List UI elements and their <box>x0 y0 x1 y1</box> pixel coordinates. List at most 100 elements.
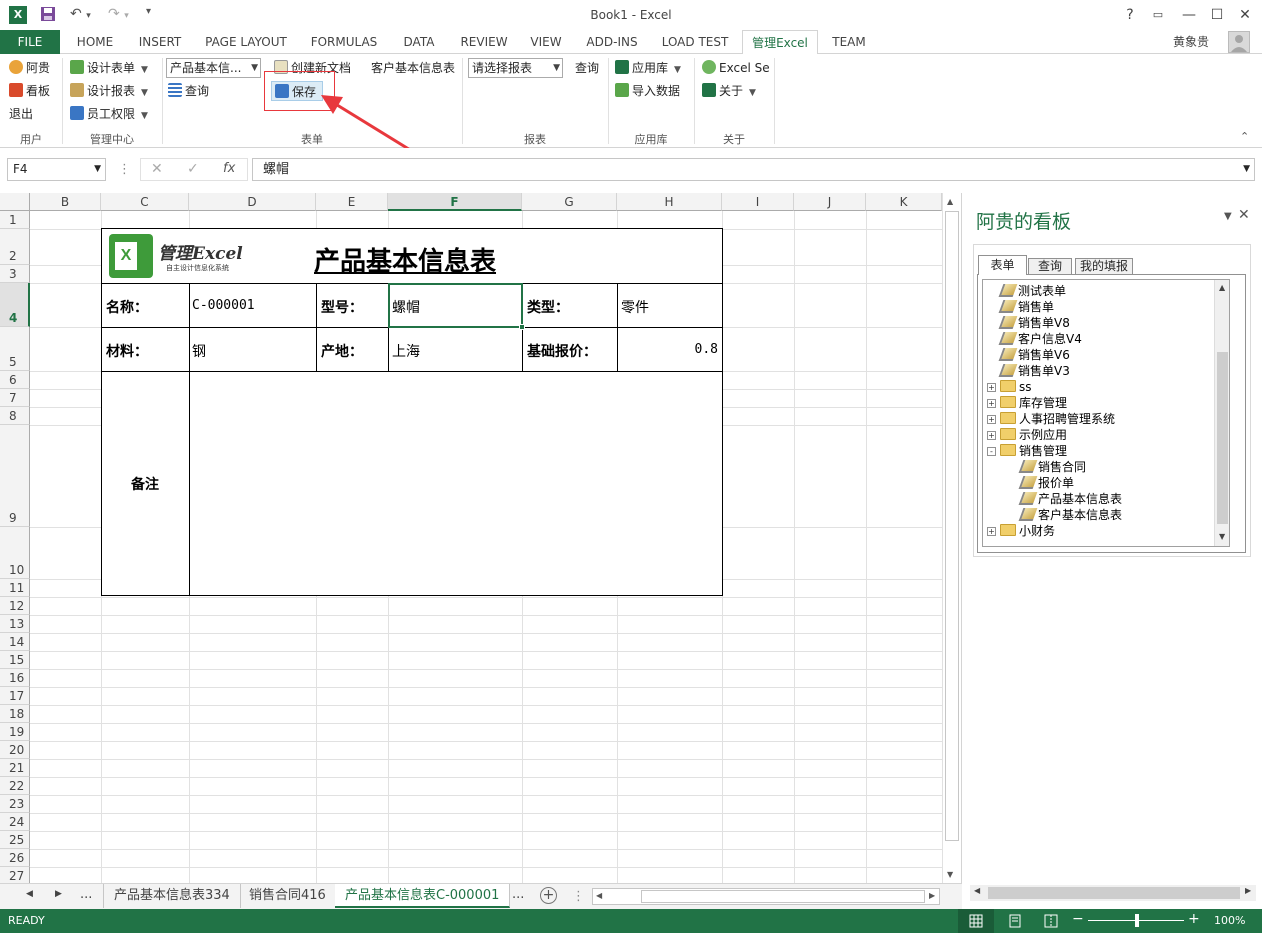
row-header[interactable]: 1 <box>0 211 30 229</box>
tree-item[interactable]: 销售单V6 <box>998 347 1070 363</box>
row-header[interactable]: 12 <box>0 597 30 615</box>
sheets-ellipsis-right[interactable]: ... <box>512 887 524 902</box>
zoom-in-icon[interactable]: + <box>1188 911 1200 927</box>
row-header[interactable]: 16 <box>0 669 30 687</box>
prev-sheet-icon[interactable]: ◀ <box>26 889 33 899</box>
tree-item[interactable]: 测试表单 <box>998 283 1066 299</box>
tree-item[interactable]: 销售单V3 <box>998 363 1070 379</box>
tree-folder[interactable]: + 示例应用 <box>987 427 1067 443</box>
form-select[interactable]: 产品基本信... ▼ <box>166 58 261 78</box>
report-query-button[interactable]: 查询 <box>575 58 599 78</box>
column-header-selected[interactable]: F <box>388 193 522 211</box>
add-sheet-icon[interactable]: + <box>540 887 557 904</box>
design-form-button[interactable]: 设计表单 ▼ <box>70 58 148 78</box>
hscroll-thumb[interactable] <box>641 890 925 903</box>
tree-item[interactable]: 客户信息V4 <box>998 331 1082 347</box>
page-layout-view-icon[interactable] <box>1008 914 1022 928</box>
row-header[interactable]: 27 <box>0 867 30 883</box>
column-header[interactable]: D <box>189 193 316 211</box>
row-header[interactable]: 3 <box>0 265 30 283</box>
select-all-corner[interactable] <box>0 193 30 211</box>
type-value[interactable]: 零件 <box>621 297 649 317</box>
origin-value[interactable]: 上海 <box>392 341 420 361</box>
customer-info-button[interactable]: 客户基本信息表 <box>371 58 455 78</box>
row-header[interactable]: 14 <box>0 633 30 651</box>
tree-folder[interactable]: + 库存管理 <box>987 395 1067 411</box>
scroll-right-icon[interactable]: ▶ <box>1245 886 1251 895</box>
column-header[interactable]: K <box>866 193 942 211</box>
worksheet-grid[interactable]: B C D E F G H I J K 1 2 3 4 5 6 7 8 9 10… <box>0 193 942 883</box>
scroll-right-icon[interactable]: ▶ <box>929 891 935 900</box>
tree-folder[interactable]: + 人事招聘管理系统 <box>987 411 1115 427</box>
scroll-up-icon[interactable]: ▲ <box>947 197 953 206</box>
row-header[interactable]: 24 <box>0 813 30 831</box>
row-header[interactable]: 23 <box>0 795 30 813</box>
model-value[interactable]: 螺帽 <box>392 297 420 317</box>
row-header-selected[interactable]: 4 <box>0 283 30 327</box>
logout-button[interactable]: 退出 <box>9 104 33 124</box>
column-header[interactable]: E <box>316 193 388 211</box>
column-header[interactable]: I <box>722 193 794 211</box>
tab-home[interactable]: HOME <box>68 30 122 54</box>
zoom-level[interactable]: 100% <box>1214 914 1245 927</box>
tree-view[interactable]: 测试表单 销售单 销售单V8 客户信息V4 销售单V6 销售单V3 + ss + 库… <box>982 279 1230 547</box>
page-break-view-icon[interactable] <box>1044 914 1058 928</box>
row-header[interactable]: 13 <box>0 615 30 633</box>
column-header[interactable]: G <box>522 193 617 211</box>
row-header[interactable]: 10 <box>0 527 30 579</box>
tab-load-test[interactable]: LOAD TEST <box>656 30 734 54</box>
normal-view-button[interactable] <box>958 909 994 933</box>
column-header[interactable]: J <box>794 193 866 211</box>
row-header[interactable]: 22 <box>0 777 30 795</box>
excel-se-button[interactable]: Excel Se <box>702 58 770 78</box>
tree-item[interactable]: 销售单 <box>998 299 1054 315</box>
expand-icon[interactable]: + <box>987 431 996 440</box>
tree-folder[interactable]: - 销售管理 <box>987 443 1067 459</box>
employee-permission-button[interactable]: 员工权限 ▼ <box>70 104 148 124</box>
tab-insert[interactable]: INSERT <box>130 30 190 54</box>
collapse-icon[interactable]: - <box>987 447 996 456</box>
row-header[interactable]: 19 <box>0 723 30 741</box>
scroll-down-icon[interactable]: ▼ <box>1219 532 1225 541</box>
row-header[interactable]: 5 <box>0 327 30 371</box>
pane-hscroll-thumb[interactable] <box>988 887 1240 899</box>
tree-scrollbar[interactable]: ▲ ▼ <box>1214 280 1229 546</box>
tab-formulas[interactable]: FORMULAS <box>302 30 386 54</box>
tree-item[interactable]: 客户基本信息表 <box>1018 507 1122 523</box>
zoom-slider-thumb[interactable] <box>1135 914 1139 927</box>
tab-view[interactable]: VIEW <box>524 30 568 54</box>
about-button[interactable]: 关于 ▼ <box>702 81 756 101</box>
tree-folder[interactable]: + ss <box>987 379 1032 395</box>
scroll-left-icon[interactable]: ◀ <box>596 891 602 900</box>
price-value[interactable]: 0.8 <box>617 342 718 357</box>
name-value[interactable]: C-000001 <box>192 298 255 313</box>
vertical-scrollbar[interactable]: ▲ ▼ <box>942 193 960 883</box>
pane-hscrollbar[interactable]: ◀ ▶ <box>970 885 1256 901</box>
expand-icon[interactable]: + <box>987 399 996 408</box>
tab-data[interactable]: DATA <box>394 30 444 54</box>
material-value[interactable]: 钢 <box>192 341 206 361</box>
ribbon-display-icon[interactable]: ▭ <box>1145 3 1171 27</box>
tab-team[interactable]: TEAM <box>826 30 872 54</box>
scroll-down-icon[interactable]: ▼ <box>947 870 953 879</box>
help-icon[interactable]: ? <box>1117 3 1143 27</box>
expand-icon[interactable]: + <box>987 383 996 392</box>
tab-review[interactable]: REVIEW <box>452 30 516 54</box>
column-header[interactable]: B <box>30 193 101 211</box>
row-header[interactable]: 21 <box>0 759 30 777</box>
row-header[interactable]: 25 <box>0 831 30 849</box>
tree-item[interactable]: 产品基本信息表 <box>1018 491 1122 507</box>
report-select[interactable]: 请选择报表 ▼ <box>468 58 563 78</box>
insert-function-icon[interactable]: fx <box>223 161 235 176</box>
zoom-out-icon[interactable]: − <box>1072 911 1084 927</box>
enter-icon[interactable]: ✓ <box>187 161 199 177</box>
column-header[interactable]: C <box>101 193 189 211</box>
sheets-ellipsis-left[interactable]: ... <box>80 887 92 902</box>
row-header[interactable]: 8 <box>0 407 30 425</box>
tab-file[interactable]: FILE <box>0 30 60 54</box>
pane-tab-my-filled[interactable]: 我的填报 <box>1075 258 1133 275</box>
next-sheet-icon[interactable]: ▶ <box>55 889 62 899</box>
user-name[interactable]: 黄象贵 <box>1166 30 1216 54</box>
row-header[interactable]: 18 <box>0 705 30 723</box>
tree-item[interactable]: 报价单 <box>1018 475 1074 491</box>
